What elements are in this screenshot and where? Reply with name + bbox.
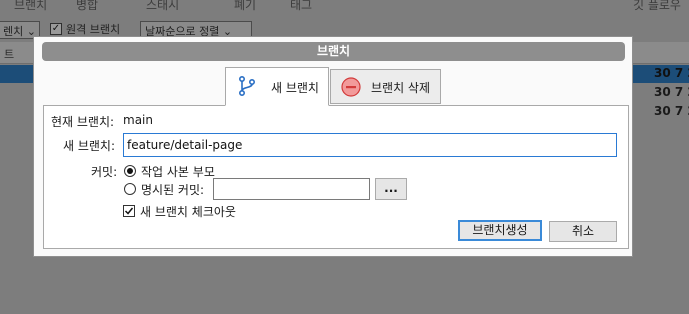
new-branch-label: 새 브랜치: — [63, 139, 116, 153]
branch-icon — [238, 75, 256, 99]
menu-item-branch[interactable]: 브랜치 — [14, 0, 47, 13]
tab-new-branch[interactable]: 새 브랜치 — [225, 67, 329, 106]
cancel-button[interactable]: 취소 — [549, 221, 617, 242]
new-branch-panel: 현재 브랜치: main 새 브랜치: 커밋: 작업 사본 부모 명시된 커밋:… — [43, 105, 629, 249]
menu-item-discard[interactable]: 폐기 — [234, 0, 256, 13]
commit-date: 30 7 20 — [654, 104, 689, 118]
new-branch-input[interactable] — [123, 133, 617, 157]
specified-commit-radio[interactable] — [124, 183, 136, 195]
branch-dialog: 브랜치 새 브랜치 브랜치 삭제 현재 브랜치: main 새 브랜치: 커밋: — [33, 36, 633, 257]
tab-delete-branch[interactable]: 브랜치 삭제 — [330, 69, 441, 104]
menu-bar: 브랜치 병합 스태시 폐기 태그 깃 플로우 — [0, 0, 689, 16]
commit-date: 30 7 20 — [654, 66, 689, 80]
remote-branch-checkbox[interactable]: ✓ — [50, 23, 62, 35]
menu-item-stash[interactable]: 스태시 — [146, 0, 179, 13]
create-branch-button[interactable]: 브랜치생성 — [458, 220, 542, 241]
specified-commit-label: 명시된 커밋: — [141, 183, 205, 197]
menu-item-merge[interactable]: 병합 — [76, 0, 98, 13]
commit-date: 30 7 20 — [654, 85, 689, 99]
check-icon — [124, 207, 134, 215]
working-copy-parent-label: 작업 사본 부모 — [141, 165, 215, 179]
current-branch-value: main — [123, 113, 153, 127]
menu-item-tag[interactable]: 태그 — [290, 0, 312, 13]
tab-delete-branch-label: 브랜치 삭제 — [371, 81, 431, 95]
current-branch-label: 현재 브랜치: — [51, 115, 115, 129]
remote-branch-label: 원격 브랜치 — [66, 23, 121, 36]
tab-new-branch-label: 새 브랜치 — [271, 81, 319, 95]
checkout-label: 새 브랜치 체크아웃 — [140, 205, 236, 219]
branch-filter-value: 렌치 — [3, 25, 24, 38]
column-header-glyph: 트 — [4, 48, 15, 61]
checkout-checkbox[interactable] — [123, 205, 135, 217]
working-copy-parent-radio[interactable] — [124, 165, 136, 177]
browse-commit-button[interactable]: ... — [375, 178, 407, 200]
specified-commit-input[interactable] — [213, 178, 370, 200]
commit-label: 커밋: — [91, 165, 118, 179]
dialog-title: 브랜치 — [42, 42, 625, 61]
delete-icon — [341, 77, 361, 100]
menu-item-git-flow[interactable]: 깃 플로우 — [633, 0, 681, 13]
